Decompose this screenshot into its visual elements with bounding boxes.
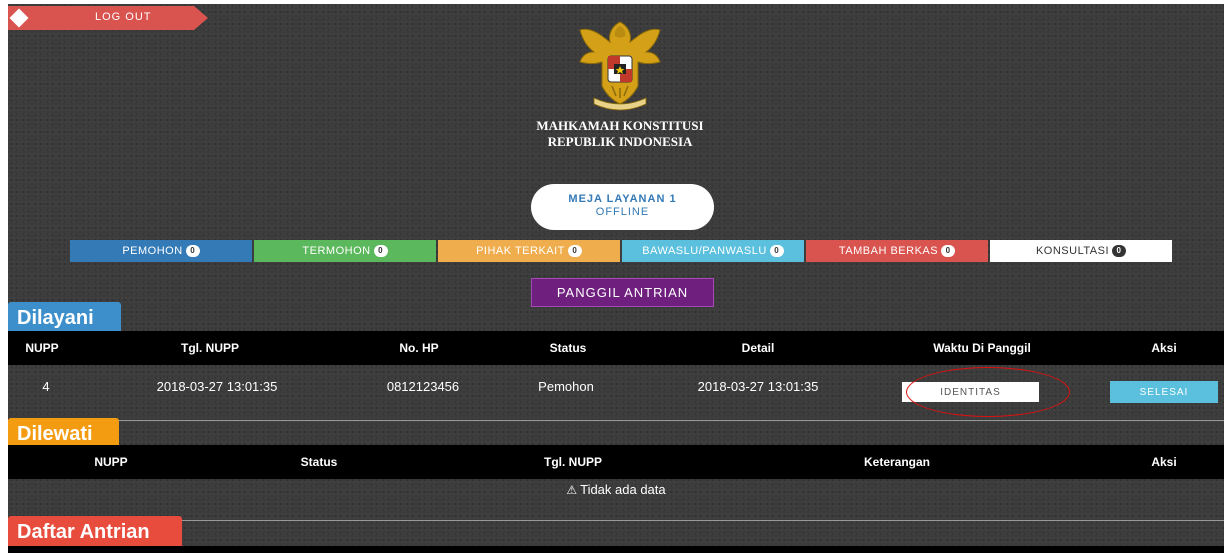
highlight-circle [906, 367, 1070, 417]
skipped-table-header: NUPP Status Tgl. NUPP Keterangan Aksi [8, 445, 1224, 479]
desk-status: OFFLINE [595, 206, 650, 218]
column-header: Aksi [1151, 341, 1177, 355]
category-pemohon-button[interactable]: PEMOHON 0 [70, 240, 252, 262]
phone-cell: 0812123456 [386, 379, 460, 394]
logout-label: LOG OUT [95, 11, 152, 23]
left-frame-border [0, 0, 8, 553]
category-label: PEMOHON [122, 245, 183, 257]
count-badge: 0 [185, 245, 200, 257]
category-label: BAWASLU/PANWASLU [642, 245, 767, 257]
empty-message: Tidak ada data [580, 482, 666, 497]
institution-name-line2: REPUBLIK INDONESIA [547, 134, 693, 149]
column-header: Aksi [1151, 455, 1177, 469]
count-badge: 0 [1112, 245, 1127, 257]
garuda-emblem-icon [579, 21, 661, 111]
empty-state: ⚠ Tidak ada data [8, 482, 1224, 497]
category-label: TAMBAH BERKAS [838, 245, 939, 257]
category-tambah-berkas-button[interactable]: TAMBAH BERKAS 0 [806, 240, 988, 262]
column-header: NUPP [94, 455, 128, 469]
count-badge: 0 [567, 245, 582, 257]
category-bar: PEMOHON 0 TERMOHON 0 PIHAK TERKAIT 0 BAW… [70, 240, 1172, 262]
count-badge: 0 [941, 245, 956, 257]
diamond-icon [9, 8, 29, 28]
count-badge: 0 [769, 245, 784, 257]
category-termohon-button[interactable]: TERMOHON 0 [254, 240, 436, 262]
column-header: Tgl. NUPP [180, 341, 240, 355]
category-label: PIHAK TERKAIT [476, 245, 565, 257]
column-header: Status [300, 455, 338, 469]
detail-cell: 2018-03-27 13:01:35 [697, 379, 819, 394]
divider [8, 420, 1224, 421]
category-label: KONSULTASI [1035, 245, 1110, 257]
divider [8, 520, 1224, 521]
institution-name-line1: MAHKAMAH KONSTITUSI [536, 118, 704, 133]
count-badge: 0 [373, 245, 388, 257]
category-label: TERMOHON [302, 245, 371, 257]
column-header: Detail [741, 341, 775, 355]
category-pihak-terkait-button[interactable]: PIHAK TERKAIT 0 [438, 240, 620, 262]
column-header: Waktu Di Panggil [933, 341, 1031, 355]
column-header: Status [549, 341, 587, 355]
queue-section-title: Daftar Antrian [8, 516, 182, 549]
call-queue-button[interactable]: PANGGIL ANTRIAN [531, 278, 714, 307]
served-table-header: NUPP Tgl. NUPP No. HP Status Detail Wakt… [8, 331, 1224, 365]
desk-name: MEJA LAYANAN 1 [568, 193, 677, 205]
column-header: No. HP [399, 341, 439, 355]
top-frame-border [0, 0, 1224, 4]
queue-table-header [8, 546, 1224, 553]
service-desk-badge[interactable]: MEJA LAYANAN 1 OFFLINE [531, 184, 714, 230]
category-konsultasi-button[interactable]: KONSULTASI 0 [990, 240, 1172, 262]
logout-button[interactable]: LOG OUT [8, 6, 208, 30]
tgl-nupp-cell: 2018-03-27 13:01:35 [156, 379, 278, 394]
warning-icon: ⚠ [566, 483, 578, 497]
nupp-cell: 4 [42, 379, 50, 394]
finish-button[interactable]: SELESAI [1110, 381, 1218, 403]
category-bawaslu-button[interactable]: BAWASLU/PANWASLU 0 [622, 240, 804, 262]
column-header: Keterangan [863, 455, 931, 469]
column-header: Tgl. NUPP [543, 455, 603, 469]
column-header: NUPP [25, 341, 59, 355]
status-cell: Pemohon [538, 379, 594, 394]
